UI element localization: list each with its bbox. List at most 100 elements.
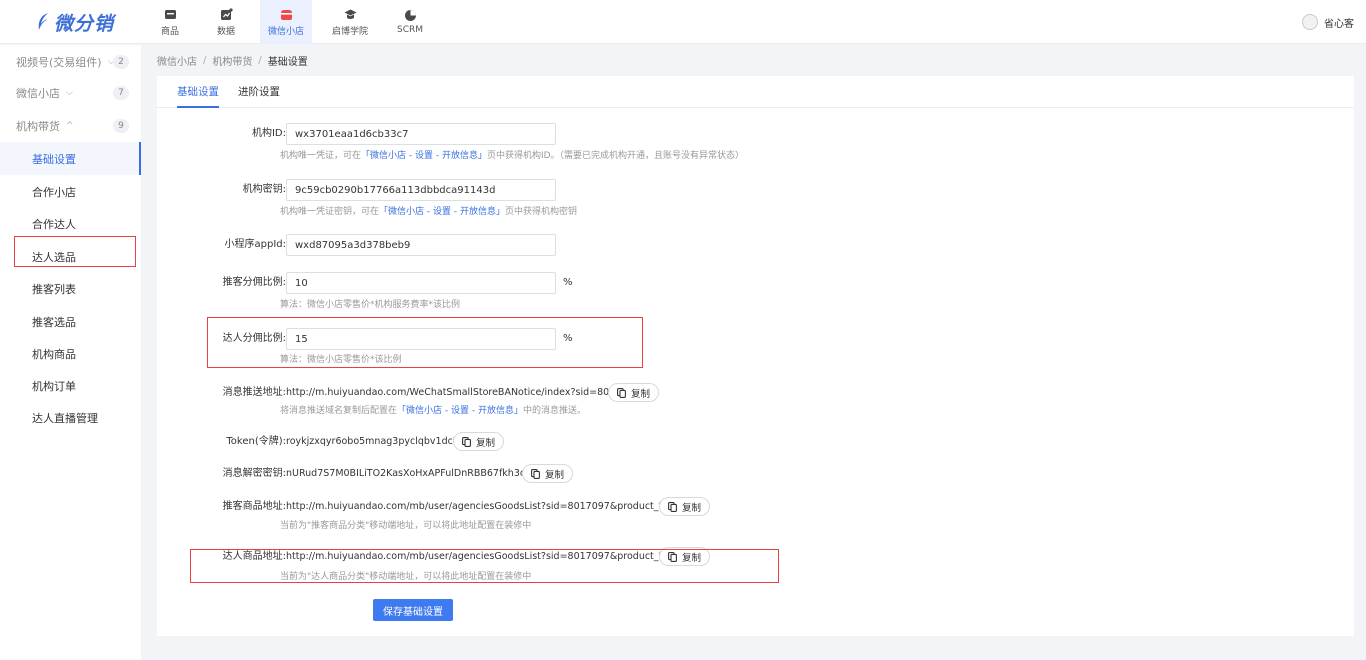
form-row-talent-goods-url: 达人商品地址: http://m.huiyuandao.com/mb/user/… — [157, 546, 1354, 568]
nav-item-scrm[interactable]: SCRM — [388, 0, 432, 44]
sidebar-item-agency-orders[interactable]: 机构订单 — [0, 369, 141, 402]
sidebar-item-basic-settings[interactable]: 基础设置 — [0, 142, 141, 175]
help-link[interactable]: 「微信小店 - 设置 - 开放信息」 — [361, 151, 487, 161]
help-link[interactable]: 「微信小店 - 设置 - 开放信息」 — [397, 406, 523, 416]
field-label: 机构密钥: — [242, 184, 286, 195]
copy-label: 复制 — [682, 552, 702, 564]
avatar — [1302, 14, 1318, 30]
org-secret-input[interactable] — [286, 179, 556, 201]
help-text-push-url: 将消息推送域名复制后配置在「微信小店 - 设置 - 开放信息」中的消息推送。 — [280, 404, 586, 418]
help-text-talent-goods-url: 当前为"达人商品分类"移动端地址，可以将此地址配置在装修中 — [280, 572, 532, 582]
tab-advanced-settings[interactable]: 进阶设置 — [238, 76, 280, 108]
promoter-goods-url-value: http://m.huiyuandao.com/mb/user/agencies… — [286, 501, 695, 512]
copy-token-button[interactable]: 复制 — [453, 432, 505, 451]
help-text: 将消息推送域名复制后配置在 — [280, 406, 398, 416]
chevron-down-icon: ⌵ — [66, 88, 73, 98]
sidebar-item-promoter-list[interactable]: 推客列表 — [0, 272, 141, 305]
help-text-promoter-ratio: 算法：微信小店零售价*机构服务费率*该比例 — [280, 300, 461, 310]
nav-item-data[interactable]: 数据 — [204, 0, 248, 44]
field-label: 推客商品地址: — [222, 501, 286, 512]
count-badge: 2 — [113, 55, 129, 69]
percent-unit: % — [563, 333, 573, 344]
copy-icon — [668, 501, 677, 512]
nav-item-wechat-store[interactable]: 微信小店 — [260, 0, 312, 44]
sidebar-group-wechat-store[interactable]: 微信小店 ⌵ 7 — [0, 76, 141, 110]
logo-leaf-icon — [38, 13, 48, 30]
chevron-up-icon: ^ — [66, 121, 74, 131]
sidebar-group-label: 微信小店 — [16, 87, 60, 100]
aes-key-value: nURud7S7M0BILiTO2KasXoHxAPFulDnRBB67fkh3… — [286, 468, 538, 479]
help-text-talent-ratio: 算法：微信小店零售价*该比例 — [280, 355, 402, 365]
logo-text: 微分销 — [54, 12, 115, 35]
help-text: 机构唯一凭证密钥，可在 — [280, 207, 380, 217]
form-row-org-id: 机构ID: — [157, 123, 1354, 145]
nav-item-goods[interactable]: 商品 — [148, 0, 192, 44]
tab-bar: 基础设置 进阶设置 — [157, 76, 1354, 108]
org-id-input[interactable] — [286, 123, 556, 145]
help-text: 机构唯一凭证，可在 — [280, 151, 362, 161]
user-menu[interactable]: 省心客 — [1302, 12, 1354, 32]
help-text: 中的消息推送。 — [522, 406, 586, 416]
field-label: 机构ID: — [251, 128, 286, 139]
logo[interactable]: 微分销 — [36, 10, 115, 35]
copy-aes-key-button[interactable]: 复制 — [522, 464, 574, 483]
top-nav: 商品 数据 微信小店 启博学院 SCRM — [148, 0, 444, 44]
copy-promoter-goods-url-button[interactable]: 复制 — [659, 497, 711, 516]
copy-talent-goods-url-button[interactable]: 复制 — [659, 547, 711, 566]
field-label: 消息推送地址: — [222, 387, 286, 398]
save-basic-settings-button[interactable]: 保存基础设置 — [373, 599, 453, 621]
help-text: 页中获得机构密钥 — [504, 207, 577, 217]
copy-icon — [462, 436, 471, 447]
promoter-ratio-input[interactable] — [286, 272, 556, 294]
field-label: 达人分佣比例: — [222, 333, 286, 344]
sidebar-group-agency[interactable]: 机构带货 ^ 9 — [0, 109, 141, 143]
copy-label: 复制 — [631, 388, 651, 400]
token-value: roykjzxqyr6obo5mnag3pyclqbv1dc7i — [286, 436, 462, 447]
academy-icon — [344, 9, 356, 19]
user-name: 省心客 — [1324, 18, 1354, 30]
count-badge: 7 — [113, 86, 129, 100]
settings-panel: 基础设置 进阶设置 机构ID: 机构唯一凭证，可在「微信小店 - 设置 - 开放… — [157, 76, 1354, 636]
nav-item-academy[interactable]: 启博学院 — [324, 0, 376, 44]
help-text: 页中获得机构ID。（需要已完成机构开通，且账号没有异常状态） — [486, 151, 745, 161]
help-link[interactable]: 「微信小店 - 设置 - 开放信息」 — [379, 207, 505, 217]
talent-goods-url-value: http://m.huiyuandao.com/mb/user/agencies… — [286, 551, 695, 562]
data-icon — [220, 7, 233, 20]
sidebar-item-talent-selection[interactable]: 达人选品 — [0, 240, 141, 273]
sidebar-group-label: 机构带货 — [16, 120, 60, 133]
form-row-promoter-ratio: 推客分佣比例: % — [157, 272, 1354, 294]
mini-appid-input[interactable] — [286, 234, 556, 256]
sidebar-group-video[interactable]: 视频号(交易组件) ⌵ 2 — [0, 45, 141, 79]
breadcrumb-item[interactable]: 机构带货 — [212, 53, 252, 68]
top-bar: 微分销 商品 数据 微信小店 启博学院 SCRM 省心客 — [0, 0, 1366, 44]
breadcrumb-separator: / — [203, 54, 207, 66]
form-row-promoter-goods-url: 推客商品地址: http://m.huiyuandao.com/mb/user/… — [157, 496, 1354, 518]
help-text-org-secret: 机构唯一凭证密钥，可在「微信小店 - 设置 - 开放信息」页中获得机构密钥 — [280, 205, 577, 219]
talent-ratio-input[interactable] — [286, 328, 556, 350]
field-label: Token(令牌): — [226, 436, 286, 447]
tab-basic-settings[interactable]: 基础设置 — [177, 76, 219, 108]
copy-label: 复制 — [476, 437, 496, 449]
breadcrumb-current: 基础设置 — [267, 56, 308, 68]
help-text-promoter-goods-url: 当前为"推客商品分类"移动端地址，可以将此地址配置在装修中 — [280, 521, 532, 531]
help-text-org-id: 机构唯一凭证，可在「微信小店 - 设置 - 开放信息」页中获得机构ID。（需要已… — [280, 149, 744, 163]
sidebar-item-partner-talents[interactable]: 合作达人 — [0, 207, 141, 240]
copy-icon — [668, 551, 677, 562]
form-row-talent-ratio: 达人分佣比例: % — [157, 328, 1354, 350]
percent-unit: % — [563, 277, 573, 288]
form-row-aes-key: 消息解密密钥: nURud7S7M0BILiTO2KasXoHxAPFulDnR… — [157, 463, 1354, 485]
breadcrumb: 微信小店 / 机构带货 / 基础设置 — [157, 52, 308, 68]
form-row-org-secret: 机构密钥: — [157, 179, 1354, 201]
sidebar-group-label: 视频号(交易组件) — [16, 56, 102, 69]
nav-label: 数据 — [216, 26, 235, 37]
sidebar-item-talent-live[interactable]: 达人直播管理 — [0, 401, 141, 434]
copy-push-url-button[interactable]: 复制 — [608, 383, 660, 402]
sidebar-item-promoter-selection[interactable]: 推客选品 — [0, 305, 141, 338]
nav-label: 商品 — [160, 26, 179, 37]
sidebar-item-agency-goods[interactable]: 机构商品 — [0, 337, 141, 370]
goods-icon — [164, 9, 176, 19]
copy-icon — [617, 387, 626, 398]
wechat-store-icon — [280, 9, 292, 20]
breadcrumb-item[interactable]: 微信小店 — [157, 53, 197, 68]
sidebar-item-partner-stores[interactable]: 合作小店 — [0, 175, 141, 208]
